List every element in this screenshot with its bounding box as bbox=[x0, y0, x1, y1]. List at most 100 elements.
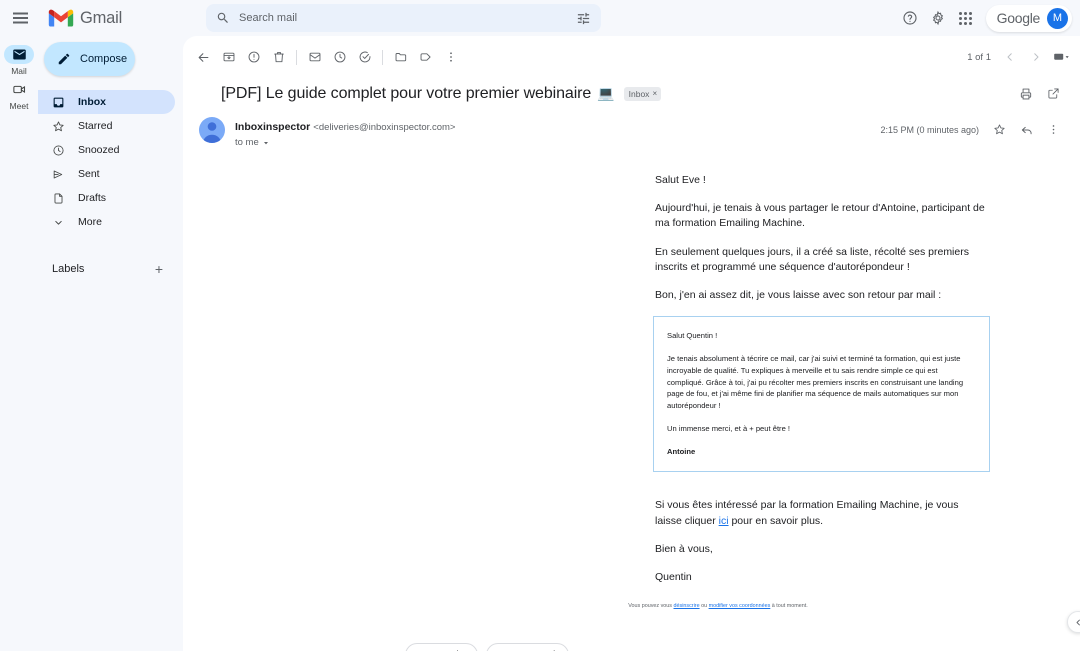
email-action-buttons: Reply Forward bbox=[183, 643, 1080, 651]
body-paragraph: Salut Eve ! bbox=[655, 174, 706, 186]
app-shell: Mail Meet Compose Inbox Starred Snoozed … bbox=[0, 36, 1080, 651]
quote-greeting: Salut Quentin ! bbox=[667, 331, 718, 341]
sidebar-item-label: More bbox=[78, 216, 102, 228]
mail-icon bbox=[4, 45, 34, 64]
move-to-icon[interactable] bbox=[388, 45, 413, 70]
reply-button[interactable]: Reply bbox=[405, 643, 478, 651]
prev-page-icon[interactable] bbox=[997, 45, 1022, 70]
email-closing: Si vous êtes intéressé par la formation … bbox=[655, 498, 985, 585]
reply-icon[interactable] bbox=[1014, 117, 1039, 142]
recipient-toggle[interactable]: to me bbox=[235, 137, 270, 148]
subject-row: [PDF] Le guide complet pour votre premie… bbox=[183, 71, 1080, 106]
rail-item-meet[interactable]: Meet bbox=[1, 80, 37, 111]
inbox-icon bbox=[52, 96, 65, 109]
sidebar-item-starred[interactable]: Starred bbox=[38, 114, 175, 138]
main-menu-icon[interactable] bbox=[2, 0, 38, 36]
top-bar-actions: Google M bbox=[897, 4, 1072, 32]
pager-label: 1 of 1 bbox=[967, 51, 991, 63]
sender-row: Inboxinspector <deliveries@inboxinspector… bbox=[183, 106, 1080, 148]
sidebar-item-drafts[interactable]: Drafts bbox=[38, 186, 175, 210]
page-title: [PDF] Le guide complet pour votre premie… bbox=[221, 84, 592, 102]
avatar[interactable] bbox=[199, 117, 225, 143]
labels-section-header: Labels + bbox=[38, 256, 183, 282]
star-icon bbox=[52, 120, 65, 133]
pencil-icon bbox=[57, 52, 71, 66]
mark-unread-icon[interactable] bbox=[302, 45, 327, 70]
quote-signature: Antoine bbox=[667, 446, 696, 456]
sidebar-item-label: Inbox bbox=[78, 96, 106, 108]
gear-icon[interactable] bbox=[925, 5, 951, 31]
star-icon[interactable] bbox=[987, 117, 1012, 142]
sidebar-item-label: Sent bbox=[78, 168, 100, 180]
google-wordmark: Google bbox=[996, 10, 1041, 26]
cta-text-after: pour en savoir plus. bbox=[728, 514, 824, 527]
more-options-icon[interactable] bbox=[1041, 117, 1066, 142]
timestamp: 2:15 PM (0 minutes ago) bbox=[880, 124, 979, 135]
snooze-icon[interactable] bbox=[327, 45, 352, 70]
gmail-brand[interactable]: Gmail bbox=[48, 9, 198, 28]
sidebar-item-sent[interactable]: Sent bbox=[38, 162, 175, 186]
recipient-label: to me bbox=[235, 137, 259, 148]
sidebar-item-snoozed[interactable]: Snoozed bbox=[38, 138, 175, 162]
sender-email: <deliveries@inboxinspector.com> bbox=[313, 122, 456, 133]
close-icon[interactable]: × bbox=[652, 89, 657, 98]
send-icon bbox=[52, 168, 65, 181]
quote-paragraph: Je tenais absolument à técrire ce mail, … bbox=[667, 354, 964, 411]
sidebar: Compose Inbox Starred Snoozed Sent Draft… bbox=[38, 36, 183, 651]
update-preferences-link[interactable]: modifier vos coordonnées bbox=[709, 603, 771, 609]
sidebar-item-label: Snoozed bbox=[78, 144, 120, 156]
print-icon[interactable] bbox=[1013, 81, 1038, 106]
back-icon[interactable] bbox=[191, 45, 216, 70]
toolbar-divider bbox=[382, 49, 383, 65]
archive-icon[interactable] bbox=[216, 45, 241, 70]
sender-name: Inboxinspector bbox=[235, 121, 311, 133]
apps-grid-icon[interactable] bbox=[953, 5, 979, 31]
email-toolbar: 1 of 1 bbox=[183, 43, 1080, 71]
rail-item-mail[interactable]: Mail bbox=[1, 45, 37, 76]
email-content: Salut Eve ! Aujourd'hui, je tenais à vou… bbox=[183, 148, 1080, 651]
sidebar-item-inbox[interactable]: Inbox bbox=[38, 90, 175, 114]
body-paragraph: En seulement quelques jours, il a créé s… bbox=[655, 245, 969, 273]
search-bar[interactable] bbox=[206, 4, 601, 32]
add-label-icon[interactable]: + bbox=[149, 259, 169, 279]
search-input[interactable] bbox=[239, 12, 576, 24]
computer-emoji-icon: 💻 bbox=[597, 85, 615, 101]
delete-icon[interactable] bbox=[266, 45, 291, 70]
video-camera-icon bbox=[4, 80, 34, 99]
compose-button[interactable]: Compose bbox=[44, 42, 135, 76]
search-options-icon[interactable] bbox=[576, 11, 591, 26]
clock-icon bbox=[52, 144, 65, 157]
forward-button[interactable]: Forward bbox=[485, 643, 570, 651]
sidebar-item-more[interactable]: More bbox=[38, 210, 175, 234]
labels-title: Labels bbox=[52, 263, 85, 275]
footer-text-mid: ou bbox=[699, 603, 709, 610]
testimonial-quote-box: Salut Quentin ! Je tenais absolument à t… bbox=[653, 316, 990, 473]
pagination-controls: 1 of 1 bbox=[967, 45, 1074, 70]
next-page-icon[interactable] bbox=[1023, 45, 1048, 70]
footer-text-before: Vous pouvez vous bbox=[628, 603, 674, 610]
more-options-icon[interactable] bbox=[438, 45, 463, 70]
footer-text-after: à tout moment. bbox=[770, 603, 808, 610]
farewell: Bien à vous, bbox=[655, 542, 713, 555]
unsubscribe-footer: Vous pouvez vous désinscrire ou modifier… bbox=[483, 603, 953, 609]
open-in-new-window-icon[interactable] bbox=[1041, 81, 1066, 106]
cta-link[interactable]: ici bbox=[719, 515, 729, 527]
add-to-tasks-icon[interactable] bbox=[352, 45, 377, 70]
label-chip-inbox[interactable]: Inbox × bbox=[623, 86, 662, 101]
unsubscribe-link[interactable]: désinscrire bbox=[674, 603, 700, 609]
report-spam-icon[interactable] bbox=[241, 45, 266, 70]
labels-icon[interactable] bbox=[413, 45, 438, 70]
help-icon[interactable] bbox=[897, 5, 923, 31]
google-account-chip[interactable]: Google M bbox=[985, 4, 1072, 32]
body-paragraph: Aujourd'hui, je tenais à vous partager l… bbox=[655, 202, 985, 230]
email-panel: 1 of 1 [PDF] Le guide complet pour votre… bbox=[183, 36, 1080, 651]
avatar[interactable]: M bbox=[1047, 7, 1068, 29]
label-chip-text: Inbox bbox=[628, 88, 650, 99]
display-density-icon[interactable] bbox=[1049, 45, 1074, 70]
body-paragraph: Bon, j'en ai assez dit, je vous laisse a… bbox=[655, 289, 942, 302]
toolbar-divider bbox=[296, 49, 297, 65]
quote-thanks: Un immense merci, et à + peut être ! bbox=[667, 423, 791, 433]
sidebar-item-label: Drafts bbox=[78, 192, 107, 204]
email-meta-actions: 2:15 PM (0 minutes ago) bbox=[880, 116, 1066, 142]
subject-actions bbox=[1013, 81, 1066, 106]
